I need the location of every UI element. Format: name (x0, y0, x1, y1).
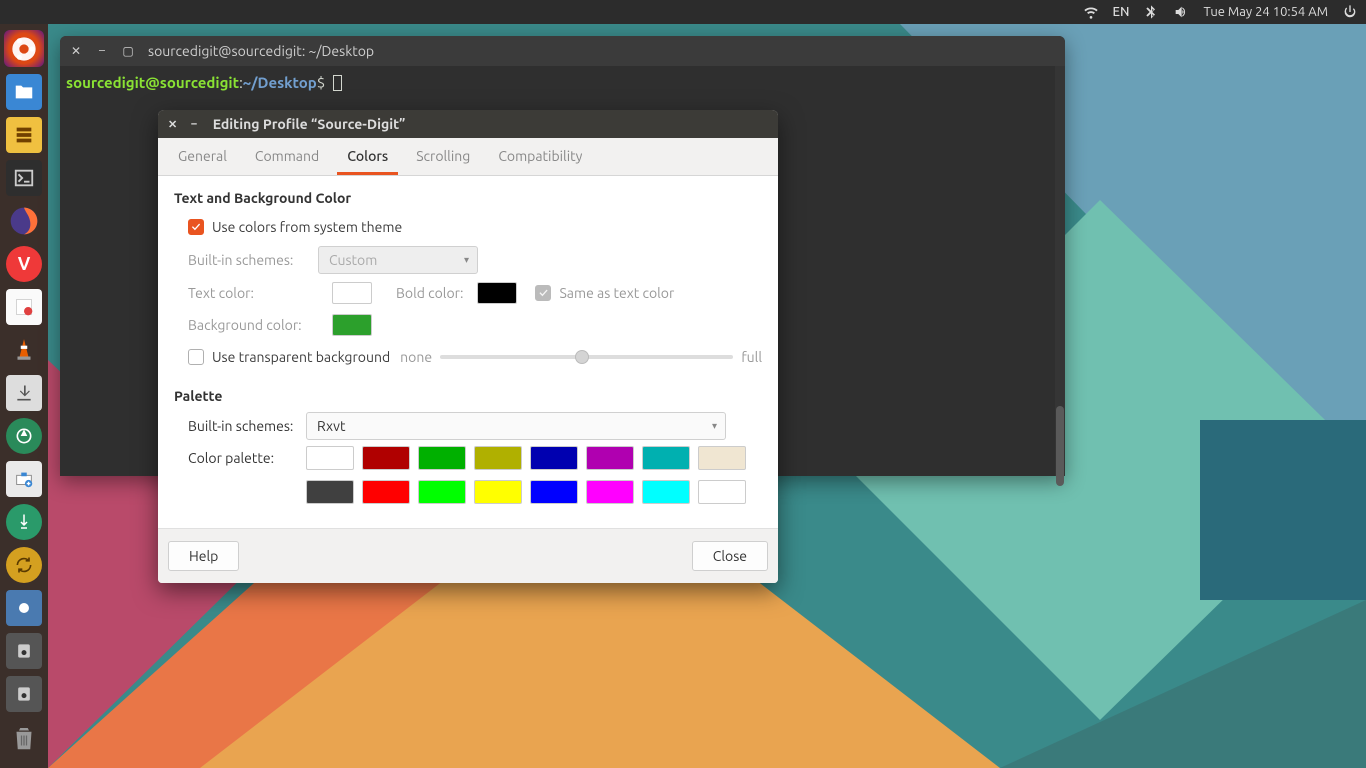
palette-color-0[interactable] (306, 446, 354, 470)
bluetooth-icon[interactable] (1143, 4, 1159, 20)
palette-color-3[interactable] (474, 446, 522, 470)
launcher-trash[interactable] (4, 719, 44, 756)
launcher-firefox[interactable] (4, 202, 44, 239)
terminal-titlebar[interactable]: ✕ – ▢ sourcedigit@sourcedigit: ~/Desktop (60, 36, 1065, 66)
label-builtin-schemes: Built-in schemes: (188, 252, 318, 268)
checkbox-same-as-text (535, 285, 551, 301)
label-text-color: Text color: (188, 285, 318, 301)
palette-color-14[interactable] (642, 480, 690, 504)
palette-color-1[interactable] (362, 446, 410, 470)
tab-colors[interactable]: Colors (337, 138, 398, 175)
launcher-downloads[interactable] (4, 375, 44, 412)
clock[interactable]: Tue May 24 10:54 AM (1203, 5, 1328, 19)
section-title-palette: Palette (174, 388, 762, 404)
launcher-software[interactable] (4, 461, 44, 498)
terminal-scrollbar[interactable] (1055, 66, 1065, 476)
dialog-title: Editing Profile “Source-Digit” (213, 116, 406, 132)
slider-label-none: none (400, 349, 432, 365)
label-same-as-text: Same as text color (559, 285, 674, 301)
scrollbar-thumb[interactable] (1056, 406, 1064, 486)
wifi-icon[interactable] (1083, 4, 1099, 20)
close-icon[interactable]: ✕ (70, 44, 82, 58)
checkbox-use-system-theme[interactable] (188, 219, 204, 235)
prompt-user: sourcedigit@sourcedigit (66, 74, 239, 91)
launcher-dock: V (0, 24, 48, 768)
top-panel: EN Tue May 24 10:54 AM (0, 0, 1366, 24)
tab-command[interactable]: Command (245, 138, 329, 175)
launcher-sync[interactable] (4, 547, 44, 584)
palette-color-5[interactable] (586, 446, 634, 470)
launcher-file-manager[interactable] (4, 116, 44, 153)
palette-color-4[interactable] (530, 446, 578, 470)
help-button[interactable]: Help (168, 541, 239, 571)
palette-color-6[interactable] (642, 446, 690, 470)
launcher-files[interactable] (4, 73, 44, 110)
minimize-icon[interactable]: – (96, 44, 108, 58)
launcher-vivaldi[interactable]: V (4, 245, 44, 282)
volume-icon[interactable] (1173, 4, 1189, 20)
launcher-disk-1[interactable] (4, 633, 44, 670)
terminal-body[interactable]: sourcedigit@sourcedigit:~/Desktop$ (60, 66, 1065, 99)
launcher-text-editor[interactable] (4, 288, 44, 325)
swatch-bg-color (332, 314, 372, 336)
label-use-system-theme: Use colors from system theme (212, 219, 402, 235)
palette-color-11[interactable] (474, 480, 522, 504)
close-icon[interactable]: ✕ (168, 118, 177, 131)
palette-color-8[interactable] (306, 480, 354, 504)
slider-label-full: full (741, 349, 762, 365)
palette-grid (306, 446, 746, 504)
label-color-palette: Color palette: (188, 446, 306, 466)
section-title-text-bg: Text and Background Color (174, 190, 762, 206)
palette-color-15[interactable] (698, 480, 746, 504)
launcher-app-a[interactable] (4, 590, 44, 627)
launcher-shutter[interactable] (4, 418, 44, 455)
label-use-transparent: Use transparent background (212, 349, 390, 365)
terminal-cursor (333, 75, 342, 91)
tab-scrolling[interactable]: Scrolling (406, 138, 480, 175)
launcher-usb-creator[interactable] (4, 504, 44, 541)
dropdown-builtin-schemes: Custom (318, 246, 478, 274)
label-bg-color: Background color: (188, 317, 318, 333)
tab-compatibility[interactable]: Compatibility (488, 138, 592, 175)
label-bold-color: Bold color: (396, 285, 463, 301)
close-button[interactable]: Close (692, 541, 768, 571)
prompt-path: ~/Desktop (243, 74, 317, 91)
dialog-footer: Help Close (158, 528, 778, 583)
launcher-disk-2[interactable] (4, 676, 44, 713)
swatch-bold-color (477, 282, 517, 304)
palette-color-10[interactable] (418, 480, 466, 504)
launcher-terminal[interactable] (4, 159, 44, 196)
palette-color-9[interactable] (362, 480, 410, 504)
palette-color-7[interactable] (698, 446, 746, 470)
palette-color-13[interactable] (586, 480, 634, 504)
terminal-title: sourcedigit@sourcedigit: ~/Desktop (148, 43, 374, 59)
launcher-dash[interactable] (4, 30, 44, 67)
label-palette-schemes: Built-in schemes: (188, 418, 306, 434)
language-indicator[interactable]: EN (1113, 5, 1130, 19)
dialog-body: Text and Background Color Use colors fro… (158, 176, 778, 528)
palette-color-2[interactable] (418, 446, 466, 470)
dialog-titlebar[interactable]: ✕ – Editing Profile “Source-Digit” (158, 110, 778, 138)
dropdown-palette-schemes[interactable]: Rxvt (306, 412, 726, 440)
tab-general[interactable]: General (168, 138, 237, 175)
dialog-tabs: General Command Colors Scrolling Compati… (158, 138, 778, 176)
power-icon[interactable] (1342, 4, 1358, 20)
swatch-text-color (332, 282, 372, 304)
maximize-icon[interactable]: ▢ (122, 44, 134, 58)
profile-editor-dialog: ✕ – Editing Profile “Source-Digit” Gener… (158, 110, 778, 583)
palette-color-12[interactable] (530, 480, 578, 504)
minimize-icon[interactable]: – (191, 118, 197, 131)
launcher-vlc[interactable] (4, 331, 44, 368)
prompt-dollar: $ (317, 74, 325, 91)
checkbox-use-transparent[interactable] (188, 349, 204, 365)
transparency-slider (440, 355, 733, 359)
slider-thumb (575, 350, 589, 364)
